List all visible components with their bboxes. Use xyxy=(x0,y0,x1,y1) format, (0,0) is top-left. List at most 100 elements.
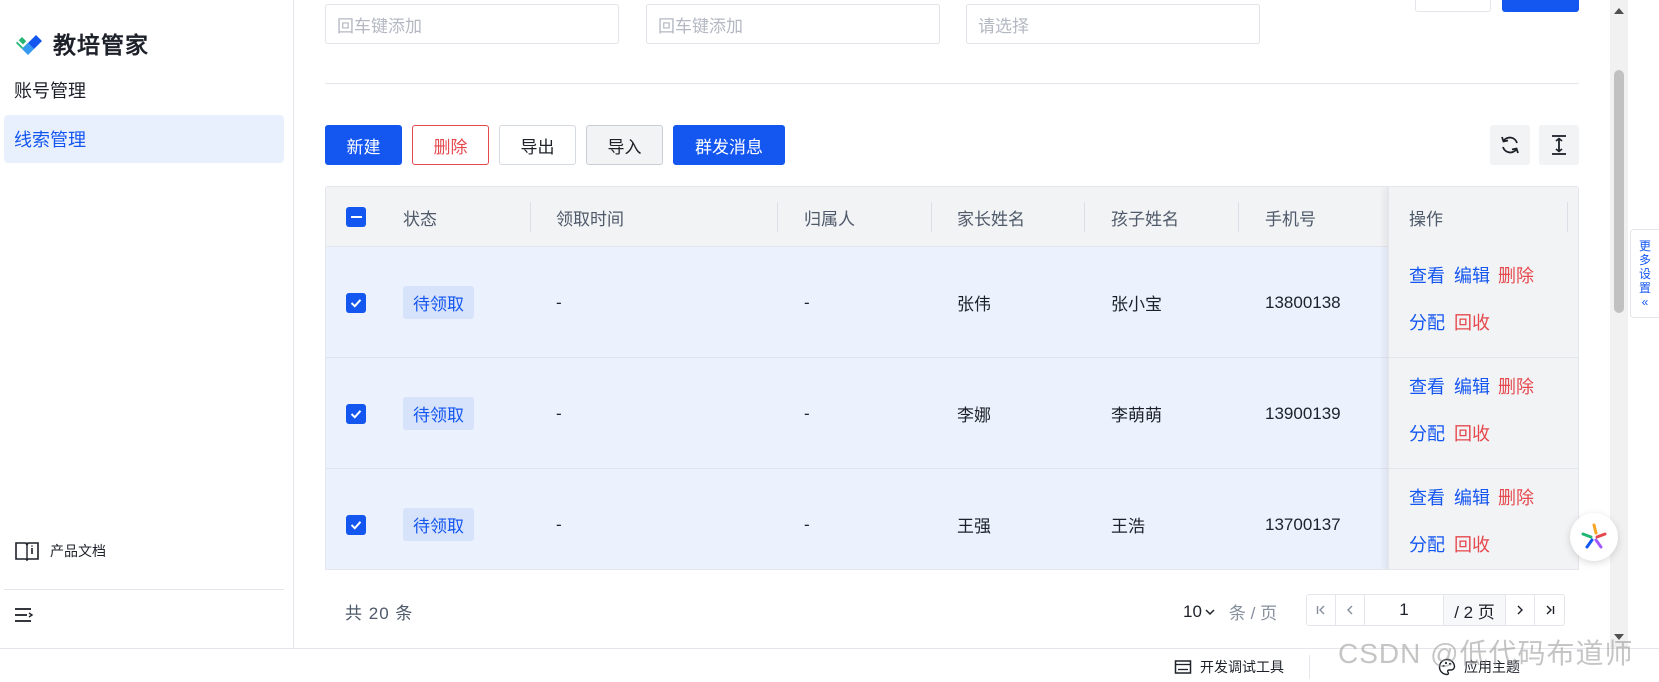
new-button[interactable]: 新建 xyxy=(325,125,402,165)
chevron-down-icon xyxy=(1205,608,1215,615)
column-separator xyxy=(1084,202,1085,232)
side-tab-char: 置 xyxy=(1638,280,1651,295)
chevron-right-icon xyxy=(1517,605,1523,615)
side-tab-char: 设 xyxy=(1638,266,1651,281)
sidebar-item-label: 账号管理 xyxy=(14,81,86,101)
parent-name-cell: 王强 xyxy=(957,517,991,536)
checkmark-icon xyxy=(346,514,366,535)
parent-name-cell: 李娜 xyxy=(957,406,991,425)
row-checkbox[interactable] xyxy=(346,247,366,358)
column-header-owner: 归属人 xyxy=(804,209,855,229)
sidebar-divider xyxy=(4,589,284,590)
row-checkbox[interactable] xyxy=(346,358,366,469)
checkbox-indeterminate-icon xyxy=(346,207,366,227)
broadcast-button[interactable]: 群发消息 xyxy=(673,125,785,165)
ai-assistant-button[interactable] xyxy=(1570,513,1618,561)
delete-link[interactable]: 删除 xyxy=(1498,484,1534,510)
bottom-bar-separator xyxy=(1309,655,1310,679)
product-docs-link[interactable]: 产品文档 xyxy=(14,540,106,562)
export-button[interactable]: 导出 xyxy=(499,125,576,165)
last-page-icon xyxy=(1546,605,1554,615)
page-size-select[interactable]: 10 条 / 页 xyxy=(1183,599,1277,624)
edit-link[interactable]: 编辑 xyxy=(1454,373,1490,399)
page-size-value: 10 xyxy=(1183,601,1202,621)
first-page-button[interactable] xyxy=(1307,595,1336,625)
view-link[interactable]: 查看 xyxy=(1409,484,1445,510)
assign-link[interactable]: 分配 xyxy=(1409,309,1445,335)
filter-divider xyxy=(325,83,1579,84)
column-separator xyxy=(1238,202,1239,232)
delete-button[interactable]: 删除 xyxy=(412,125,489,165)
owner-cell: - xyxy=(804,292,810,312)
more-settings-tab[interactable]: 更 多 设 置 « xyxy=(1630,229,1659,318)
devtools-label: 开发调试工具 xyxy=(1200,659,1284,675)
recycle-link[interactable]: 回收 xyxy=(1454,309,1490,335)
assign-link[interactable]: 分配 xyxy=(1409,531,1445,557)
parent-name-cell: 张伟 xyxy=(957,295,991,314)
logo-icon xyxy=(16,34,42,55)
refresh-button[interactable] xyxy=(1490,125,1530,165)
sidebar-item-accounts[interactable]: 账号管理 xyxy=(4,66,284,114)
phone-cell: 13700137 xyxy=(1265,514,1341,534)
filter-select[interactable]: 请选择 xyxy=(966,4,1260,44)
child-name-cell: 王浩 xyxy=(1111,517,1145,536)
book-icon xyxy=(15,542,39,562)
scroll-thumb[interactable] xyxy=(1614,70,1624,313)
last-page-button[interactable] xyxy=(1535,595,1564,625)
devtools-button[interactable]: 开发调试工具 xyxy=(1174,657,1284,677)
edit-link[interactable]: 编辑 xyxy=(1454,262,1490,288)
edit-link[interactable]: 编辑 xyxy=(1454,484,1490,510)
product-docs-label: 产品文档 xyxy=(50,543,106,559)
phone-cell: 13900139 xyxy=(1265,403,1341,423)
column-header-actions: 操作 xyxy=(1409,209,1443,229)
side-tab-char: 更 xyxy=(1638,238,1651,253)
sidebar: 教培管家 账号管理 线索管理 产品文档 xyxy=(0,0,294,648)
status-badge: 待领取 xyxy=(403,508,474,541)
status-badge: 待领取 xyxy=(403,397,474,430)
import-button[interactable]: 导入 xyxy=(586,125,663,165)
checkmark-icon xyxy=(346,292,366,313)
claim-time-cell: - xyxy=(556,514,562,534)
delete-link[interactable]: 删除 xyxy=(1498,262,1534,288)
column-header-status: 状态 xyxy=(403,209,437,229)
row-actions: 查看 编辑 删除 分配 回收 xyxy=(1389,247,1578,358)
view-link[interactable]: 查看 xyxy=(1409,262,1445,288)
first-page-icon xyxy=(1316,605,1325,615)
delete-link[interactable]: 删除 xyxy=(1498,373,1534,399)
recycle-link[interactable]: 回收 xyxy=(1454,420,1490,446)
pager: 1 / 2 页 xyxy=(1306,594,1565,626)
owner-cell: - xyxy=(804,403,810,423)
menu-collapse-icon[interactable] xyxy=(14,607,34,628)
app-name: 教培管家 xyxy=(53,32,149,58)
view-link[interactable]: 查看 xyxy=(1409,373,1445,399)
assign-link[interactable]: 分配 xyxy=(1409,420,1445,446)
recycle-link[interactable]: 回收 xyxy=(1454,531,1490,557)
operations-column: 操作 查看 编辑 删除 分配 回收 查看 编辑 删除 分配 回收 查看 编辑 删… xyxy=(1388,187,1578,569)
claim-time-cell: - xyxy=(556,403,562,423)
row-height-button[interactable] xyxy=(1539,125,1579,165)
select-all-checkbox[interactable] xyxy=(346,187,366,247)
leads-table: 状态 领取时间 归属人 家长姓名 孩子姓名 手机号 待领取 - - 张伟 张小宝 xyxy=(325,186,1579,570)
row-checkbox[interactable] xyxy=(346,469,366,569)
page-number-input[interactable]: 1 xyxy=(1365,595,1444,625)
line-height-icon xyxy=(1552,135,1566,155)
next-page-button[interactable] xyxy=(1506,595,1535,625)
column-header-child-name: 孩子姓名 xyxy=(1111,209,1179,229)
sidebar-item-leads[interactable]: 线索管理 xyxy=(4,115,284,163)
column-header-phone: 手机号 xyxy=(1265,209,1316,229)
sidebar-item-label: 线索管理 xyxy=(14,130,86,150)
scroll-up-arrow-icon[interactable] xyxy=(1614,8,1624,14)
app-logo[interactable]: 教培管家 xyxy=(14,26,149,60)
prev-page-button[interactable] xyxy=(1336,595,1365,625)
filter-placeholder: 请选择 xyxy=(978,16,1029,36)
reset-button[interactable] xyxy=(1415,0,1491,12)
total-value: 20 xyxy=(368,604,390,623)
total-count: 共 20 条 xyxy=(345,599,413,624)
filter-input-2[interactable]: 回车键添加 xyxy=(646,4,940,44)
search-button[interactable] xyxy=(1502,0,1579,12)
total-prefix: 共 xyxy=(345,604,363,623)
row-actions: 查看 编辑 删除 分配 回收 xyxy=(1389,469,1578,569)
filter-input-1[interactable]: 回车键添加 xyxy=(325,4,619,44)
watermark: CSDN @低代码布道师 xyxy=(1338,638,1634,669)
child-name-cell: 李萌萌 xyxy=(1111,406,1162,425)
